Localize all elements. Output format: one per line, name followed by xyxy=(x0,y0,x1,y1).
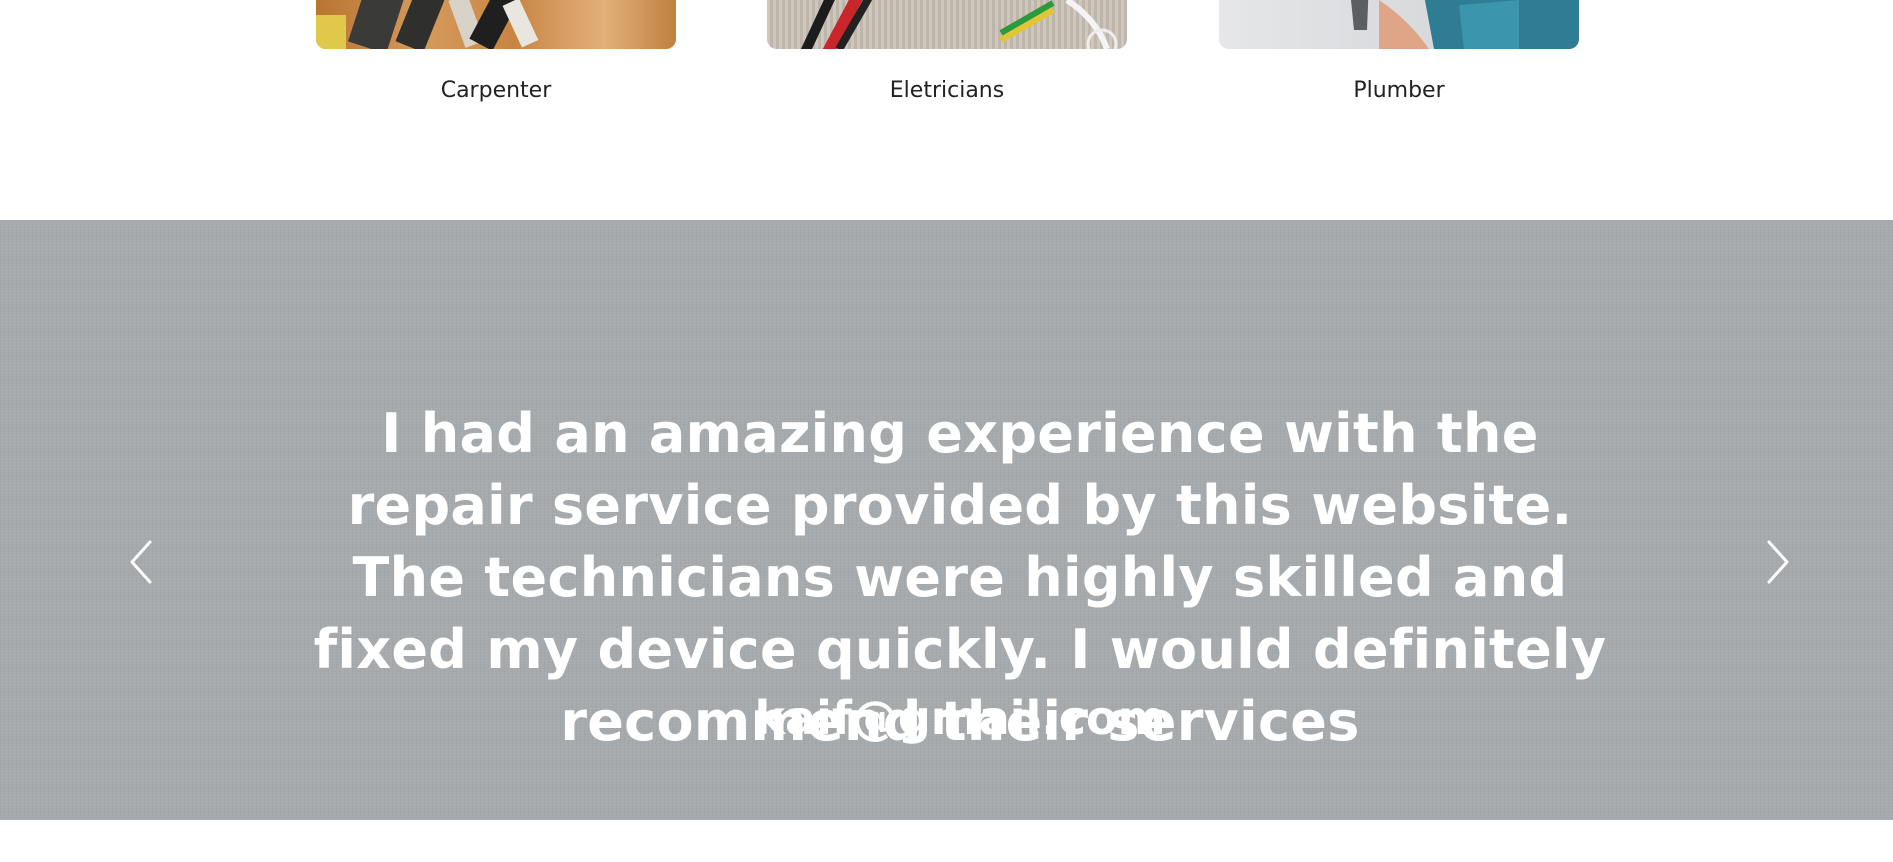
electrician-photo[interactable] xyxy=(767,0,1127,49)
carousel-next-button[interactable] xyxy=(1755,532,1795,592)
service-label-electricians[interactable]: Eletricians xyxy=(767,74,1127,108)
carousel-prev-button[interactable] xyxy=(124,532,164,592)
service-label-plumber[interactable]: Plumber xyxy=(1219,74,1579,108)
carpenter-photo[interactable] xyxy=(316,0,676,49)
electrician-tools-illustration xyxy=(798,0,1118,49)
page: Carpenter Eletricians Plumber I had an a… xyxy=(0,0,1893,862)
carpenter-tools-illustration xyxy=(316,0,539,49)
testimonial-author: kaif@gmail.com xyxy=(754,691,1166,745)
plumber-photo[interactable] xyxy=(1219,0,1579,49)
services-section: Carpenter Eletricians Plumber xyxy=(0,0,1893,220)
testimonial-banner: I had an amazing experience with the rep… xyxy=(0,220,1893,820)
chevron-left-icon xyxy=(130,540,152,584)
service-label-carpenter[interactable]: Carpenter xyxy=(316,74,676,108)
plumber-illustration xyxy=(1351,0,1579,49)
chevron-right-icon xyxy=(1767,540,1789,584)
